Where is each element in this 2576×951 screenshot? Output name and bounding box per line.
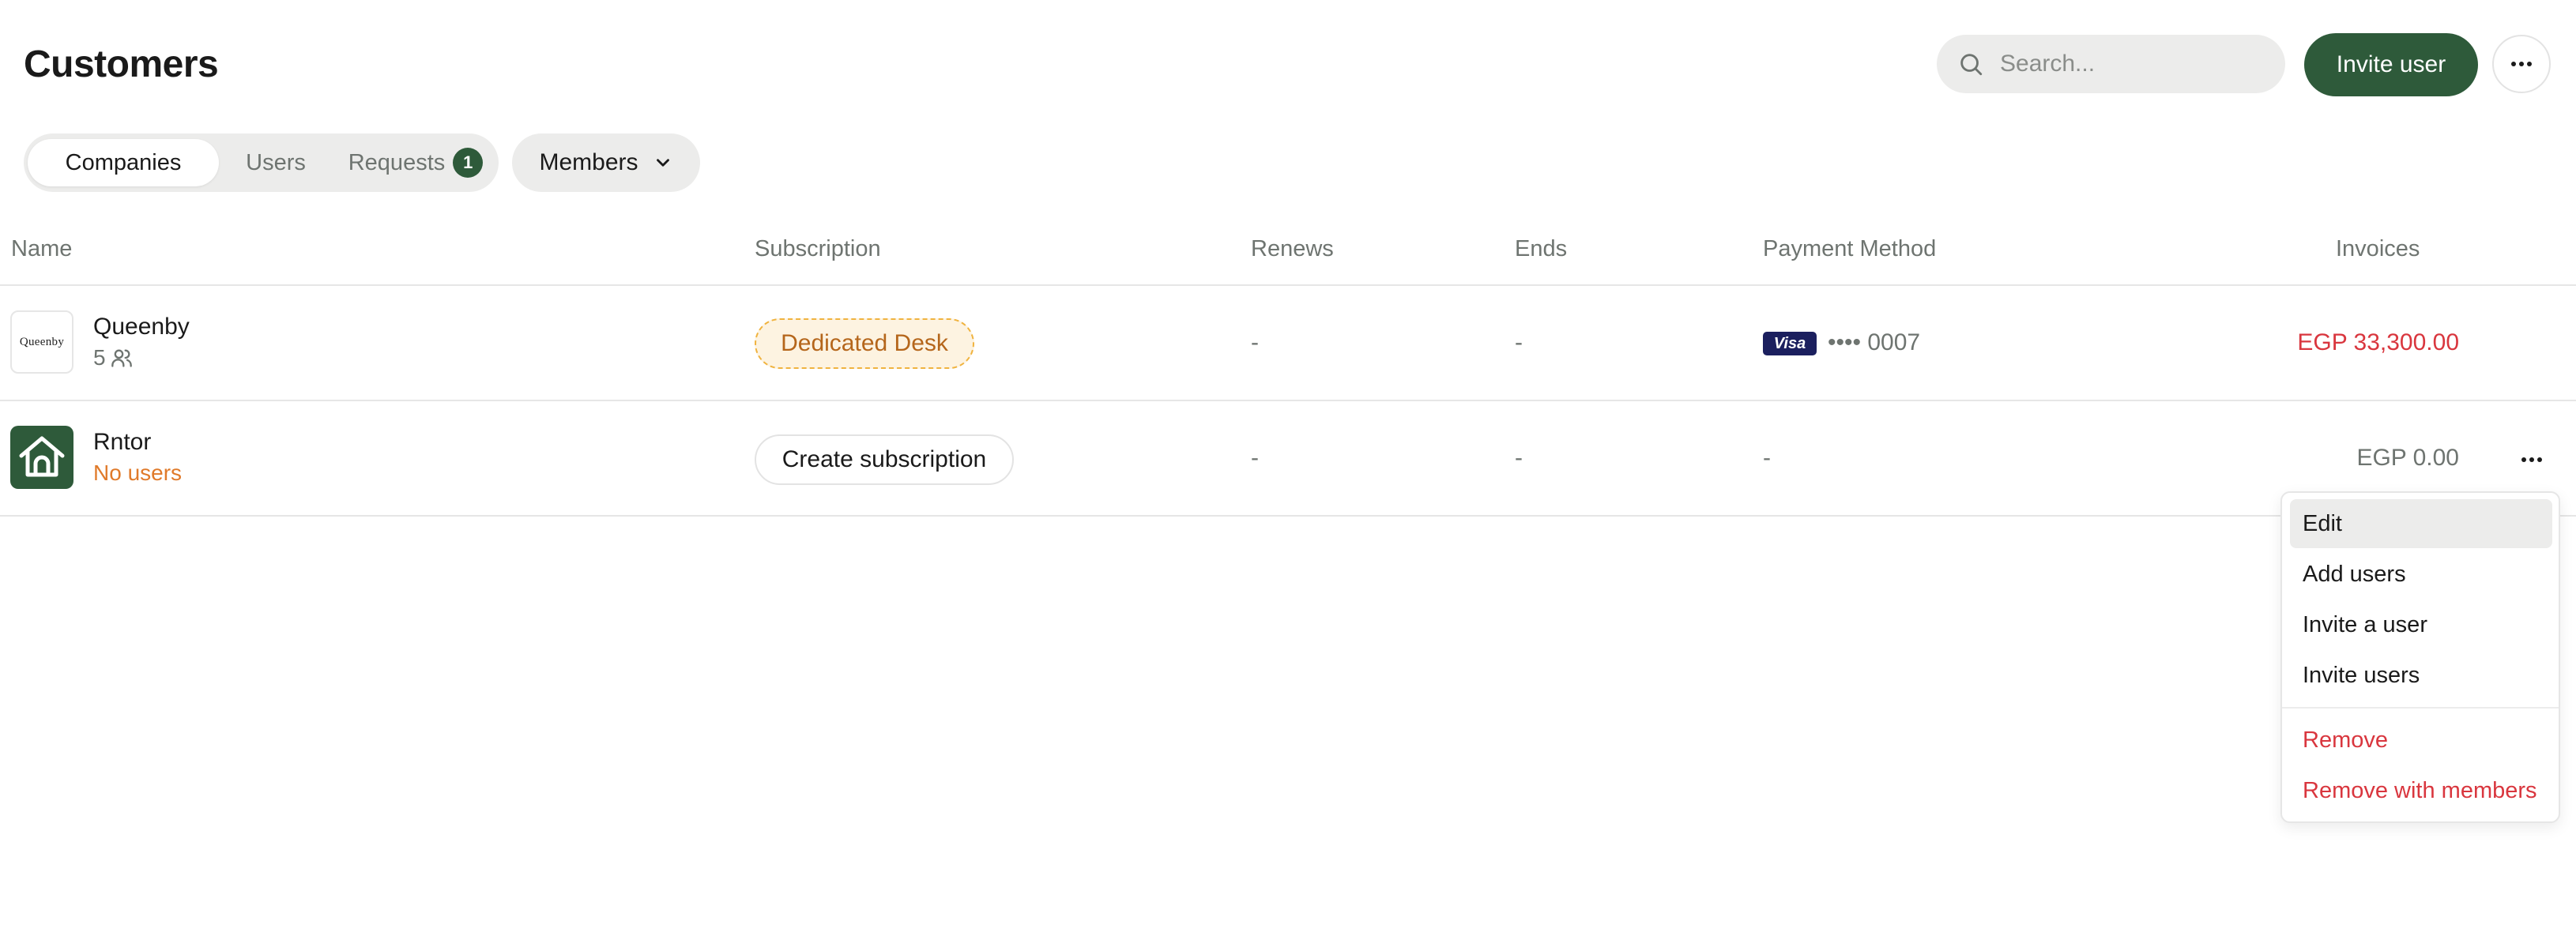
menu-item-remove[interactable]: Remove	[2290, 716, 2552, 765]
menu-item-add-users[interactable]: Add users	[2290, 550, 2552, 599]
column-header-invoices[interactable]: Invoices	[2336, 233, 2420, 265]
column-header-renews[interactable]: Renews	[1251, 233, 1334, 265]
users-icon	[111, 349, 132, 367]
more-options-button[interactable]	[2492, 35, 2551, 93]
view-tabs: Companies Users Requests 1	[24, 133, 499, 192]
member-count-value: 5	[93, 345, 106, 370]
tab-label: Companies	[65, 149, 182, 175]
menu-item-invite-users[interactable]: Invite users	[2290, 651, 2552, 700]
company-name-cell: Queenby 5	[93, 311, 190, 373]
search-box[interactable]	[1937, 35, 2285, 93]
members-dropdown[interactable]: Members	[512, 133, 700, 192]
ends-value: -	[1515, 445, 1523, 471]
chevron-down-icon	[656, 159, 669, 167]
invite-user-button[interactable]: Invite user	[2304, 33, 2478, 96]
ends-value: -	[1515, 329, 1523, 355]
member-count: 5	[93, 343, 190, 373]
tab-companies[interactable]: Companies	[28, 139, 219, 186]
menu-divider	[2282, 707, 2559, 709]
menu-item-edit[interactable]: Edit	[2290, 499, 2552, 548]
more-horizontal-icon	[2511, 62, 2532, 66]
column-header-ends[interactable]: Ends	[1515, 233, 1567, 265]
company-logo: Queenby	[10, 310, 73, 374]
search-icon	[1960, 54, 1983, 76]
payment-method-value: -	[1763, 445, 1771, 471]
create-subscription-button[interactable]: Create subscription	[755, 434, 1014, 485]
tab-requests[interactable]: Requests 1	[333, 139, 498, 186]
column-header-payment-method[interactable]: Payment Method	[1763, 233, 1936, 265]
company-name-cell: Rntor No users	[93, 427, 182, 488]
company-logo	[10, 426, 73, 489]
table-row[interactable]	[0, 401, 2576, 515]
row-actions-button[interactable]	[2514, 442, 2549, 477]
logo-text: Queenby	[19, 335, 65, 348]
more-horizontal-icon	[2521, 457, 2542, 462]
page-title: Customers	[24, 43, 219, 85]
invoice-amount: EGP 0.00	[2356, 445, 2459, 471]
row-actions-menu: Edit Add users Invite a user Invite user…	[2280, 491, 2560, 823]
table-row[interactable]	[0, 286, 2576, 400]
column-header-subscription[interactable]: Subscription	[755, 233, 881, 265]
renews-value: -	[1251, 445, 1259, 471]
invoice-amount: EGP 33,300.00	[2297, 329, 2459, 355]
member-count: No users	[93, 460, 183, 485]
divider	[0, 515, 2576, 517]
tab-label: Users	[246, 149, 306, 175]
requests-count-badge: 1	[453, 148, 484, 178]
house-logo-icon	[19, 436, 65, 477]
visa-card-icon: Visa	[1763, 332, 1817, 355]
company-name: Rntor	[93, 429, 152, 455]
company-name: Queenby	[93, 314, 190, 340]
card-number: •••• 0007	[1828, 329, 1921, 355]
menu-item-remove-with-members[interactable]: Remove with members	[2290, 766, 2552, 815]
members-label: Members	[539, 149, 638, 175]
subscription-badge[interactable]: Dedicated Desk	[755, 318, 974, 369]
search-input[interactable]	[2000, 51, 2269, 77]
menu-item-invite-a-user[interactable]: Invite a user	[2290, 600, 2552, 649]
tab-label: Requests	[348, 149, 446, 175]
tab-users[interactable]: Users	[220, 139, 332, 186]
column-header-name[interactable]: Name	[11, 233, 72, 265]
renews-value: -	[1251, 329, 1259, 355]
